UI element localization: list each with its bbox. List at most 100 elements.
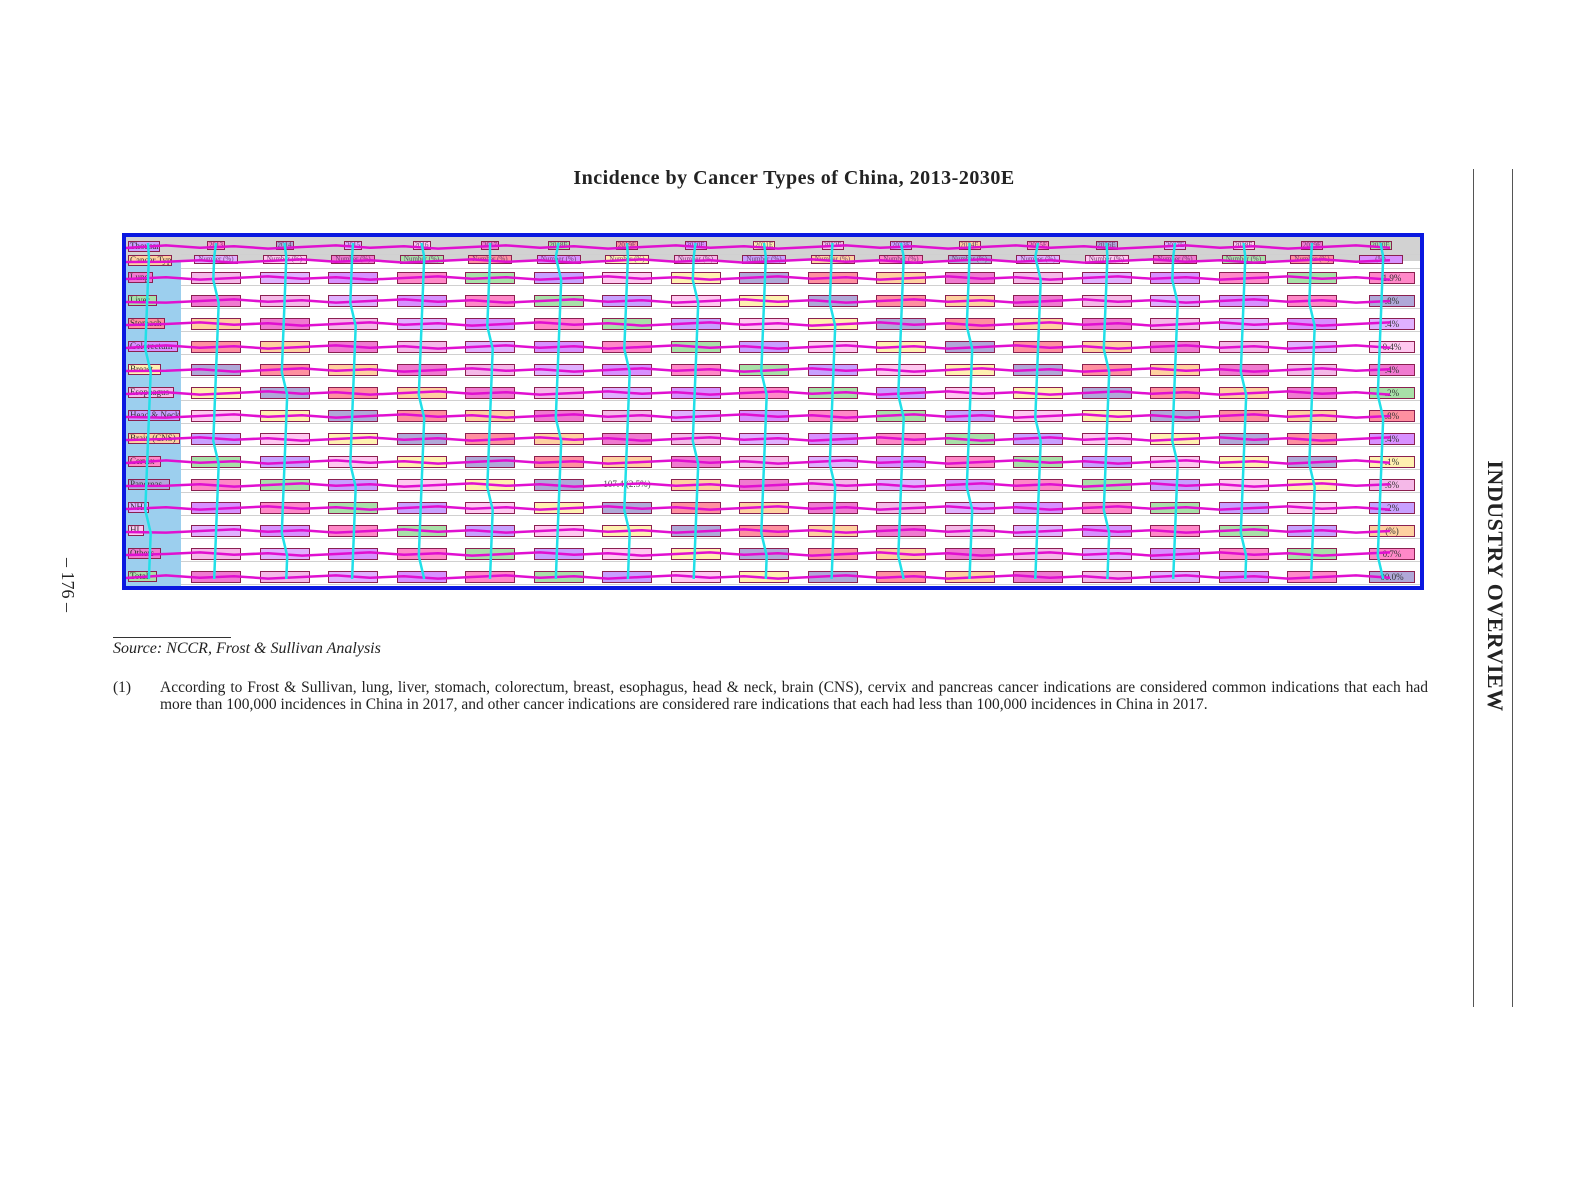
data-cell xyxy=(807,548,858,560)
grid-line xyxy=(181,584,1420,585)
data-cell xyxy=(259,525,310,537)
data-cell xyxy=(191,364,241,376)
data-cell xyxy=(465,341,515,353)
data-cell xyxy=(533,410,584,422)
data-cell xyxy=(1013,502,1063,514)
data-cell xyxy=(191,295,241,307)
data-cell xyxy=(1287,479,1337,491)
grid-line xyxy=(181,469,1420,470)
data-cell xyxy=(602,571,652,583)
subheader-cell: (%) xyxy=(1358,255,1403,264)
data-cell xyxy=(807,410,858,422)
side-rule-left xyxy=(1473,169,1474,1007)
data-cell xyxy=(396,341,447,353)
year-header: 2016 xyxy=(412,241,431,250)
row-label: Stomach xyxy=(128,318,166,329)
data-cell xyxy=(944,433,995,445)
data-cell xyxy=(396,571,447,583)
data-cell: .8% xyxy=(1369,295,1415,307)
data-cell xyxy=(396,295,447,307)
data-cell xyxy=(944,548,995,560)
year-header: 2021E xyxy=(753,241,775,250)
data-cell xyxy=(1013,548,1063,560)
grid-line xyxy=(181,354,1420,355)
data-cell xyxy=(1218,502,1269,514)
data-cell xyxy=(1150,456,1200,468)
data-cell xyxy=(1081,571,1132,583)
data-cell xyxy=(602,272,652,284)
data-cell xyxy=(1150,387,1200,399)
data-cell xyxy=(807,433,858,445)
footnote-marker: (1) xyxy=(113,679,132,696)
year-header: 2024E xyxy=(958,241,981,250)
data-cell xyxy=(396,548,447,560)
data-cell xyxy=(1287,456,1337,468)
data-cell xyxy=(944,525,995,537)
subheader-cell: Number (%) xyxy=(194,255,238,264)
data-cell xyxy=(328,525,378,537)
data-cell xyxy=(1013,318,1063,330)
data-cell xyxy=(602,456,652,468)
subheader-cell: Number (%) xyxy=(742,255,786,264)
data-cell xyxy=(1287,525,1337,537)
data-cell xyxy=(670,410,721,422)
data-cell xyxy=(465,433,515,445)
data-cell xyxy=(1218,456,1269,468)
data-cell xyxy=(1150,548,1200,560)
data-cell: 107.4 (2.5%) xyxy=(603,479,651,489)
data-cell xyxy=(876,318,926,330)
data-cell xyxy=(533,387,584,399)
data-cell xyxy=(1218,387,1269,399)
data-cell xyxy=(533,295,584,307)
data-cell xyxy=(328,341,378,353)
data-cell xyxy=(328,272,378,284)
data-cell: 1.9% xyxy=(1369,272,1415,284)
data-cell xyxy=(1081,272,1132,284)
row-label: HL xyxy=(128,525,145,536)
subheader-cell: Number (%) xyxy=(673,255,718,264)
grid-line xyxy=(181,285,1420,286)
data-cell xyxy=(396,433,447,445)
data-cell xyxy=(1013,433,1063,445)
data-cell xyxy=(1287,502,1337,514)
subheader-cell: Number (%) xyxy=(1153,255,1197,264)
subheader-label: Cancer Type xyxy=(128,255,172,266)
year-header: 2013 xyxy=(207,241,225,250)
data-cell xyxy=(876,502,926,514)
row-label: Breast xyxy=(128,364,162,375)
subheader-cell: Number (%) xyxy=(879,255,923,264)
data-cell xyxy=(396,525,447,537)
data-cell xyxy=(328,364,378,376)
grid-line xyxy=(181,561,1420,562)
data-cell xyxy=(396,456,447,468)
data-cell xyxy=(876,387,926,399)
data-cell xyxy=(1218,318,1269,330)
data-cell xyxy=(191,272,241,284)
data-cell xyxy=(807,456,858,468)
data-cell xyxy=(259,295,310,307)
data-cell xyxy=(1081,548,1132,560)
data-cell xyxy=(1287,364,1337,376)
data-cell xyxy=(259,502,310,514)
data-cell xyxy=(1218,341,1269,353)
subheader-cell: Number (%) xyxy=(1290,255,1334,264)
grid-line xyxy=(181,446,1420,447)
data-cell xyxy=(328,295,378,307)
data-cell xyxy=(739,272,789,284)
data-cell xyxy=(1013,364,1063,376)
data-cell xyxy=(944,410,995,422)
data-cell xyxy=(259,433,310,445)
data-cell xyxy=(465,364,515,376)
data-cell xyxy=(602,318,652,330)
data-cell xyxy=(876,295,926,307)
data-cell xyxy=(1287,272,1337,284)
year-header: 2025E xyxy=(1027,241,1049,250)
data-cell: .6% xyxy=(1369,479,1415,491)
data-cell xyxy=(944,502,995,514)
data-cell xyxy=(670,318,721,330)
subheader-cell: Number (%) xyxy=(399,255,444,264)
data-cell xyxy=(1218,272,1269,284)
data-cell: .8% xyxy=(1369,410,1415,422)
data-cell xyxy=(533,433,584,445)
cancer-type-column-band xyxy=(126,261,181,586)
